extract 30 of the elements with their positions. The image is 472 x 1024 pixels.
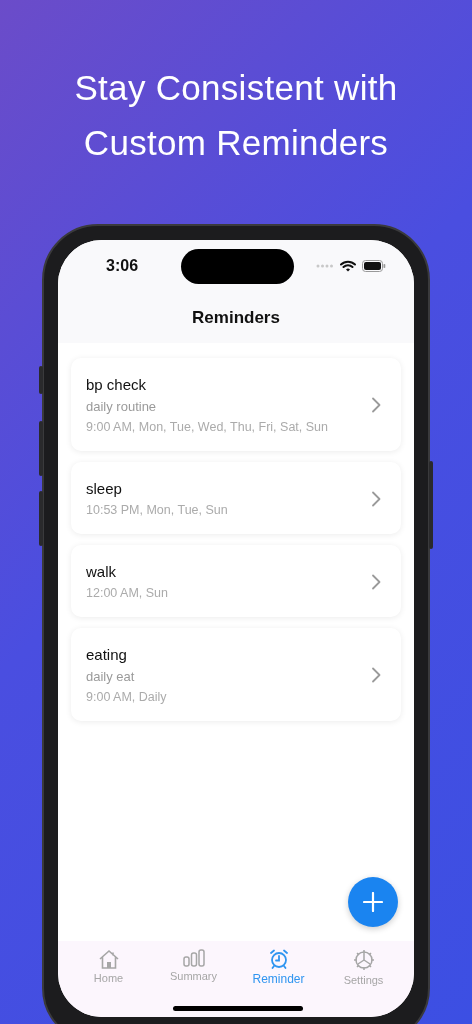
alarm-clock-icon: [268, 949, 289, 969]
wifi-icon: [340, 260, 356, 272]
reminder-schedule: 12:00 AM, Sun: [86, 586, 168, 600]
bar-chart-icon: [182, 949, 205, 967]
signal-icon: [316, 264, 334, 268]
reminder-title: bp check: [86, 376, 148, 393]
battery-icon: [362, 260, 386, 272]
chevron-right-icon: [371, 573, 381, 590]
reminder-schedule: 9:00 AM, Daily: [86, 690, 167, 704]
reminder-schedule: 9:00 AM, Mon, Tue, Wed, Thu, Fri, Sat, Sun: [86, 420, 329, 434]
screen-title: Reminders: [192, 308, 280, 328]
reminder-title: eating: [86, 646, 128, 663]
reminder-title: walk: [86, 563, 117, 580]
reminder-schedule: 10:53 PM, Mon, Tue, Sun: [86, 503, 228, 517]
reminder-note: daily eat: [86, 669, 136, 684]
chevron-right-icon: [371, 667, 381, 683]
reminder-card[interactable]: eating daily eat 9:00 AM, Daily: [71, 628, 401, 721]
settings-icon: [352, 949, 375, 971]
home-icon: [97, 949, 120, 969]
reminder-card[interactable]: sleep 10:53 PM, Mon, Tue, Sun: [71, 462, 401, 534]
chevron-right-icon: [371, 397, 381, 413]
chevron-right-icon: [371, 490, 381, 507]
reminder-title: sleep: [86, 480, 123, 497]
reminder-card[interactable]: bp check daily routine 9:00 AM, Mon, Tue, Wed, Thu, Fri, Sat, Sun: [71, 358, 401, 451]
reminder-note: daily routine: [86, 399, 158, 414]
plus-icon: [363, 892, 383, 912]
status-time: 3:06: [106, 257, 139, 275]
reminder-card[interactable]: walk 12:00 AM, Sun: [71, 545, 401, 617]
headline: Stay Consistent with Custom Reminders: [73, 67, 399, 164]
add-button[interactable]: [348, 877, 398, 927]
